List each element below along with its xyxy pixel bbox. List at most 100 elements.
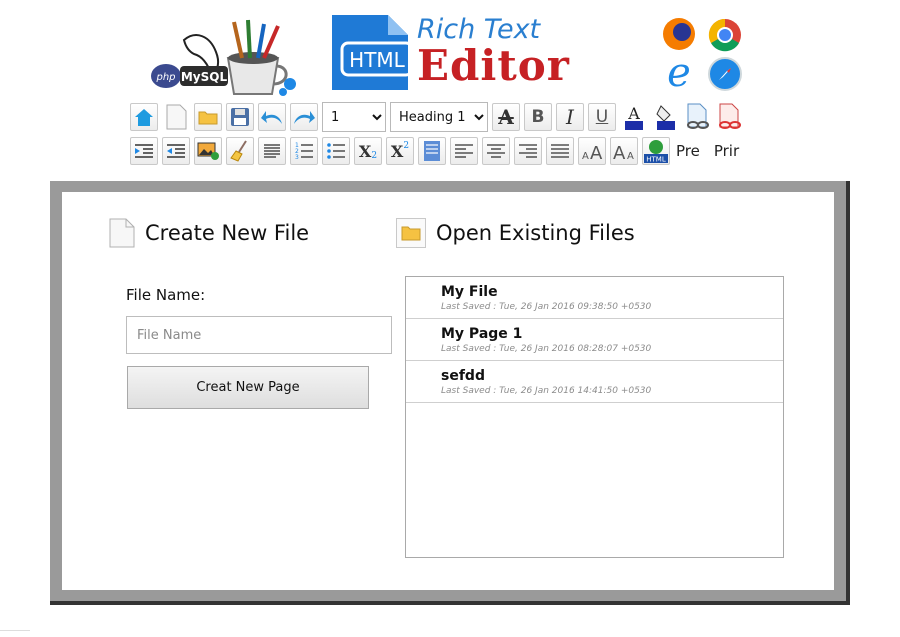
decrease-font-button[interactable]: AA [610, 137, 638, 165]
new-file-button[interactable] [162, 103, 190, 131]
undo-icon [261, 111, 282, 124]
align-center-icon [487, 144, 505, 158]
file-last-saved: Last Saved : Tue, 26 Jan 2016 09:38:50 +… [441, 302, 652, 312]
subscript-label: X [358, 141, 372, 161]
create-file-heading: Create New File [145, 221, 310, 245]
app-title-line2: Editor [417, 41, 570, 90]
browser-logos: e [663, 18, 742, 92]
image-icon [197, 142, 219, 160]
ordered-list-button[interactable]: 123 [290, 137, 318, 165]
superscript-index: 2 [403, 141, 410, 151]
create-new-page-button[interactable]: Creat New Page [127, 366, 369, 409]
floppy-disk-icon [231, 108, 249, 126]
file-name-input[interactable] [126, 316, 392, 354]
font-color-icon: A [625, 104, 643, 130]
insert-image-button[interactable] [194, 137, 222, 165]
superscript-button[interactable]: X2 [386, 137, 414, 165]
html-source-button[interactable]: HTML [642, 137, 670, 165]
align-right-icon [519, 144, 537, 158]
file-last-saved: Last Saved : Tue, 26 Jan 2016 14:41:50 +… [441, 386, 652, 396]
paint-bucket-icon [656, 105, 675, 130]
svg-text:MySQL: MySQL [181, 70, 228, 84]
svg-text:3: 3 [295, 154, 299, 160]
svg-text:A: A [590, 143, 603, 161]
align-left-icon [455, 144, 473, 158]
redo-button[interactable] [290, 103, 318, 131]
svg-text:A: A [627, 104, 640, 123]
strikethrough-button[interactable]: A [492, 103, 520, 131]
horizontal-rule-button[interactable] [258, 137, 286, 165]
subscript-button[interactable]: X2 [354, 137, 382, 165]
svg-text:HTML: HTML [646, 156, 666, 164]
file-list-item[interactable]: My File Last Saved : Tue, 26 Jan 2016 09… [406, 277, 783, 319]
toolbar-row-1: 1 Heading 1 A B I U A [130, 102, 744, 132]
document-text-icon [424, 141, 440, 161]
html-globe-icon: HTML [644, 140, 668, 164]
increase-font-button[interactable]: AA [578, 137, 606, 165]
align-center-button[interactable] [482, 137, 510, 165]
svg-text:A: A [613, 143, 626, 161]
link-icon [687, 103, 709, 129]
new-file-icon [166, 104, 187, 130]
file-name: sefdd [441, 368, 485, 384]
existing-files-list: My File Last Saved : Tue, 26 Jan 2016 09… [405, 276, 784, 558]
clear-format-button[interactable] [226, 137, 254, 165]
html-file-logo: HTML [332, 15, 414, 90]
outdent-button[interactable] [162, 137, 190, 165]
align-justify-button[interactable] [546, 137, 574, 165]
font-decrease-icon: AA [613, 143, 634, 161]
file-name-label: File Name: [126, 286, 206, 304]
svg-text:HTML: HTML [349, 48, 406, 72]
ordered-list-icon: 123 [295, 142, 313, 160]
unordered-list-button[interactable] [322, 137, 350, 165]
print-button[interactable]: Prir [714, 142, 739, 160]
folder-icon [198, 111, 218, 125]
align-left-button[interactable] [450, 137, 478, 165]
file-list-item[interactable]: sefdd Last Saved : Tue, 26 Jan 2016 14:4… [406, 361, 783, 403]
font-size-select[interactable]: 1 [322, 102, 386, 132]
special-characters-button[interactable] [418, 137, 446, 165]
header-banner: php MySQL HTML Rich Text Editor e [0, 0, 900, 100]
superscript-label: X [390, 141, 404, 161]
heading-select[interactable]: Heading 1 [390, 102, 488, 132]
indent-icon [135, 144, 153, 158]
indent-button[interactable] [130, 137, 158, 165]
file-last-saved: Last Saved : Tue, 26 Jan 2016 08:28:07 +… [441, 344, 652, 354]
file-manager-panel: Create New File File Name: Creat New Pag… [50, 181, 850, 605]
file-name: My Page 1 [441, 326, 523, 342]
underline-button[interactable]: U [588, 103, 616, 131]
new-file-icon [109, 218, 135, 248]
italic-button[interactable]: I [556, 103, 584, 131]
svg-text:php: php [155, 72, 175, 83]
text-color-button[interactable]: A [620, 103, 648, 131]
open-folder-button[interactable] [194, 103, 222, 131]
undo-button[interactable] [258, 103, 286, 131]
font-increase-icon: AA [582, 143, 603, 161]
background-color-button[interactable] [652, 103, 680, 131]
svg-text:A: A [627, 151, 634, 161]
redo-icon [294, 111, 315, 124]
align-justify-icon [551, 144, 569, 158]
outdent-icon [167, 144, 185, 158]
unordered-list-icon [327, 143, 345, 159]
horizontal-rule-icon [264, 144, 280, 158]
file-manager-content: Create New File File Name: Creat New Pag… [62, 192, 834, 590]
insert-link-button[interactable] [684, 103, 712, 131]
toolbar-row-2: 123 X2 X2 AA AA HTML Pre Prir [130, 136, 739, 166]
php-mysql-paintbrush-logo: php MySQL [151, 19, 296, 96]
file-list-item[interactable]: My Page 1 Last Saved : Tue, 26 Jan 2016 … [406, 319, 783, 361]
folder-icon [396, 218, 426, 248]
home-icon [135, 109, 153, 126]
save-button[interactable] [226, 103, 254, 131]
remove-link-button[interactable] [716, 103, 744, 131]
align-right-button[interactable] [514, 137, 542, 165]
create-file-header: Create New File [109, 218, 309, 248]
preview-button[interactable]: Pre [676, 142, 700, 160]
svg-text:A: A [582, 151, 589, 161]
unlink-icon [719, 103, 741, 129]
open-files-header: Open Existing Files [396, 218, 635, 248]
svg-text:e: e [667, 50, 691, 92]
home-button[interactable] [130, 103, 158, 131]
bold-button[interactable]: B [524, 103, 552, 131]
broom-icon [230, 140, 247, 162]
